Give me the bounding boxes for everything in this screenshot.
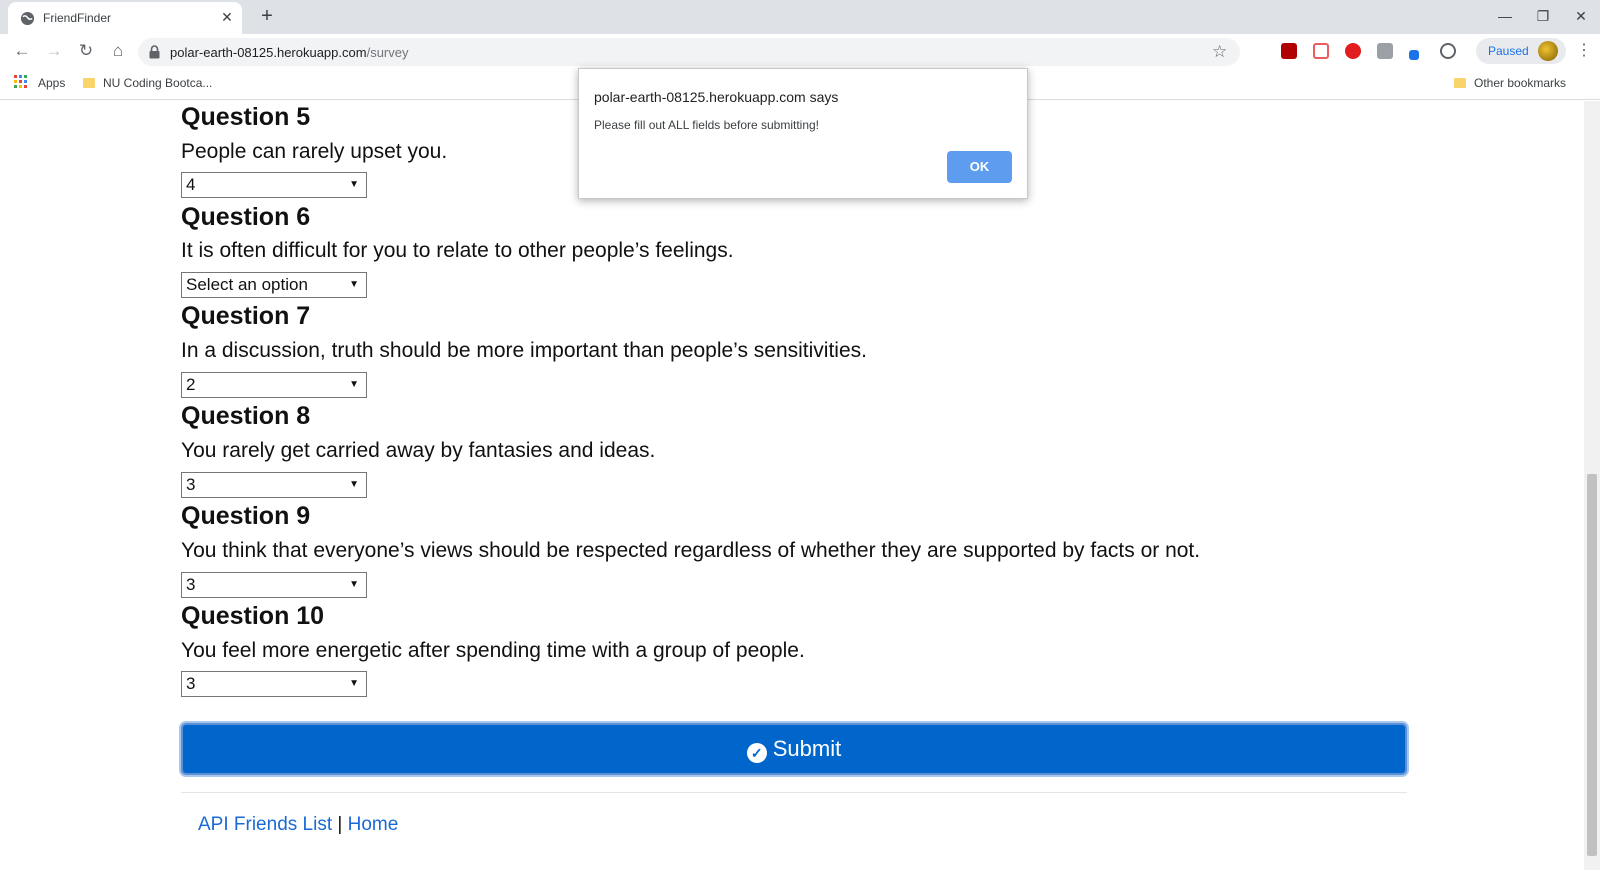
page-scrollbar[interactable]	[1584, 101, 1600, 870]
question-6-select[interactable]: Select an option ▼	[181, 272, 367, 298]
submit-button[interactable]: ✓ Submit	[181, 723, 1407, 775]
question-6-title: Question 6	[181, 203, 311, 231]
question-7-select[interactable]: 2 ▼	[181, 372, 367, 398]
question-5-value: 4	[186, 175, 196, 194]
browser-tab[interactable]: FriendFinder ✕	[8, 2, 242, 34]
browser-toolbar: ← → ↻ ⌂ polar-earth-08125.herokuapp.com/…	[0, 34, 1600, 68]
home-icon[interactable]: ⌂	[107, 40, 129, 62]
back-icon[interactable]: ←	[11, 40, 33, 62]
question-10-value: 3	[186, 674, 196, 693]
profile-button[interactable]: Paused	[1476, 38, 1566, 64]
minimize-button[interactable]: —	[1490, 4, 1520, 28]
question-9-select[interactable]: 3 ▼	[181, 572, 367, 598]
bookmark-nu-coding[interactable]: NU Coding Bootca...	[83, 76, 212, 90]
question-7-text: In a discussion, truth should be more im…	[181, 339, 867, 362]
address-bar[interactable]: polar-earth-08125.herokuapp.com/survey ☆	[138, 38, 1240, 66]
scrollbar-thumb[interactable]	[1587, 474, 1597, 856]
question-10-text: You feel more energetic after spending t…	[181, 639, 805, 662]
footer-links: API Friends List | Home	[198, 814, 398, 836]
dropdown-arrow-icon: ▼	[349, 479, 359, 490]
dropdown-arrow-icon: ▼	[349, 678, 359, 689]
question-9-text: You think that everyone’s views should b…	[181, 539, 1201, 562]
lock-icon	[149, 45, 160, 59]
bookmark-apps[interactable]: Apps	[38, 76, 65, 90]
question-5-select[interactable]: 4 ▼	[181, 172, 367, 198]
question-6-text: It is often difficult for you to relate …	[181, 239, 734, 262]
survey-page: Question 5 People can rarely upset you. …	[0, 101, 1584, 870]
cast-extension-icon[interactable]	[1313, 43, 1329, 59]
profile-status: Paused	[1488, 44, 1529, 58]
close-window-button[interactable]: ✕	[1566, 4, 1596, 28]
question-5-title: Question 5	[181, 103, 311, 131]
submit-label: Submit	[772, 736, 842, 761]
tab-strip: FriendFinder ✕ + — ❐ ✕	[0, 0, 1600, 34]
globe-icon	[20, 11, 35, 26]
restore-button[interactable]: ❐	[1528, 4, 1558, 28]
avatar	[1538, 41, 1558, 61]
accessibility-extension-icon[interactable]	[1440, 43, 1456, 59]
ok-button[interactable]: OK	[947, 151, 1012, 183]
question-5-text: People can rarely upset you.	[181, 140, 448, 163]
question-8-select[interactable]: 3 ▼	[181, 472, 367, 498]
footer-separator: |	[337, 814, 343, 835]
home-link[interactable]: Home	[348, 814, 399, 835]
ad-block-extension-icon[interactable]	[1345, 43, 1361, 59]
question-9-value: 3	[186, 575, 196, 594]
apps-grid-icon	[14, 75, 27, 88]
divider	[181, 792, 1407, 793]
browser-menu-icon[interactable]: ⋮	[1576, 40, 1592, 60]
alert-dialog: polar-earth-08125.herokuapp.com says Ple…	[578, 68, 1028, 199]
question-6-value: Select an option	[186, 275, 308, 294]
dropdown-arrow-icon: ▼	[349, 179, 359, 190]
forward-icon[interactable]: →	[43, 40, 65, 62]
question-8-title: Question 8	[181, 402, 311, 430]
bookmark-other[interactable]: Other bookmarks	[1454, 76, 1566, 90]
folder-icon	[1454, 78, 1466, 88]
dropdown-arrow-icon: ▼	[349, 279, 359, 290]
check-circle-icon: ✓	[746, 743, 767, 763]
bookmark-star-icon[interactable]: ☆	[1212, 42, 1227, 62]
question-8-value: 3	[186, 475, 196, 494]
question-10-title: Question 10	[181, 602, 325, 630]
reload-icon[interactable]: ↻	[75, 40, 97, 62]
pdf-extension-icon[interactable]	[1281, 43, 1297, 59]
question-9-title: Question 9	[181, 502, 311, 530]
dropdown-arrow-icon: ▼	[349, 379, 359, 390]
question-10-select[interactable]: 3 ▼	[181, 671, 367, 697]
dialog-title: polar-earth-08125.herokuapp.com says	[594, 89, 839, 105]
url-text: polar-earth-08125.herokuapp.com/survey	[170, 45, 409, 60]
close-tab-icon[interactable]: ✕	[218, 8, 236, 26]
eyedropper-extension-icon[interactable]	[1409, 50, 1419, 60]
question-8-text: You rarely get carried away by fantasies…	[181, 439, 656, 462]
dialog-message: Please fill out ALL fields before submit…	[594, 118, 820, 132]
api-friends-list-link[interactable]: API Friends List	[198, 814, 332, 835]
new-tab-button[interactable]: +	[256, 5, 278, 27]
folder-icon	[83, 78, 95, 88]
question-7-title: Question 7	[181, 302, 311, 330]
extension-icon[interactable]	[1377, 43, 1393, 59]
dropdown-arrow-icon: ▼	[349, 579, 359, 590]
question-7-value: 2	[186, 375, 196, 394]
tab-title: FriendFinder	[43, 11, 112, 25]
